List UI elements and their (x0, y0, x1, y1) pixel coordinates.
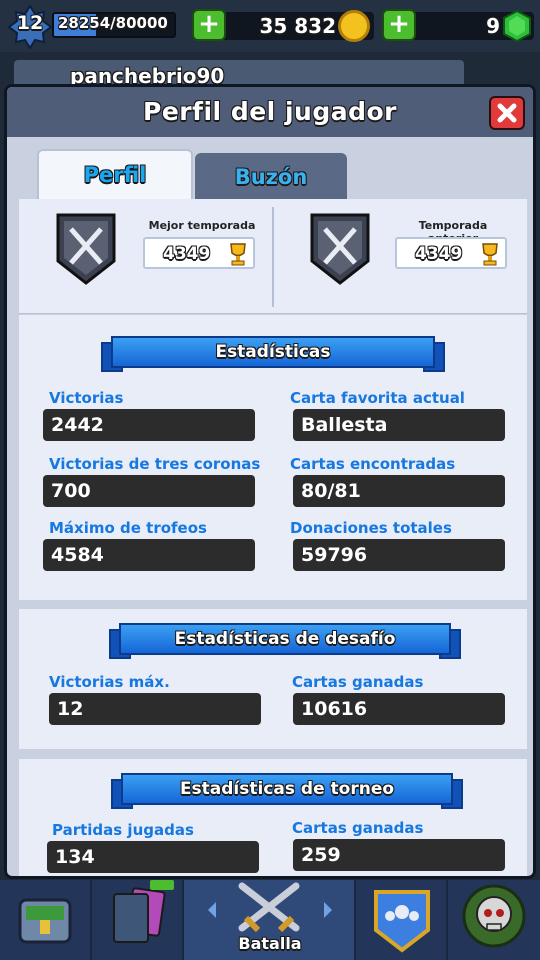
stat-value: 2442 (51, 414, 104, 436)
gold-coin-icon (338, 10, 370, 42)
tab-bar: Perfil Buzón (13, 137, 527, 199)
close-icon (497, 103, 517, 123)
previous-season-trophies: 4349 (395, 237, 507, 269)
season-divider (272, 207, 274, 307)
bottom-nav: Batalla (0, 880, 540, 960)
level-number: 12 (16, 12, 44, 34)
stat-value: 80/81 (301, 480, 361, 502)
league-shield-icon (310, 213, 370, 285)
stat-label: Donaciones totales (290, 519, 452, 537)
trophy-icon (230, 243, 246, 266)
buy-gems-button[interactable]: + (382, 9, 416, 41)
stat-label: Máximo de trofeos (49, 519, 207, 537)
tab-profile[interactable]: Perfil (37, 149, 193, 199)
best-season-label: Mejor temporada (148, 219, 256, 232)
previous-season-trophy-count: 4349 (415, 244, 463, 264)
battle-swords-icon (208, 882, 332, 933)
tournament-section: Estadísticas de torneo Partidas jugadas … (19, 759, 527, 876)
stat-value-box: 80/81 (293, 475, 505, 507)
stat-label: Victorias de tres coronas (49, 455, 261, 473)
stat-value: Ballesta (301, 414, 388, 436)
nav-tab-shop[interactable] (0, 880, 92, 960)
challenge-section: Estadísticas de desafío Victorias máx. 1… (19, 609, 527, 749)
challenge-title: Estadísticas de desafío (174, 629, 396, 649)
stat-value: 4584 (51, 544, 104, 566)
stat-label: Cartas ganadas (292, 819, 424, 837)
nav-battle-label: Batalla (238, 934, 302, 953)
stat-value-box: 10616 (293, 693, 505, 725)
tab-inbox[interactable]: Buzón (195, 153, 347, 199)
stat-value: 259 (301, 844, 341, 866)
player-profile-modal: Perfil del jugador Perfil Buzón Mejor te… (4, 84, 536, 879)
stat-value: 700 (51, 480, 91, 502)
buy-gold-button[interactable]: + (192, 9, 226, 41)
tournament-skull-icon (462, 884, 526, 948)
stat-label: Cartas encontradas (290, 455, 456, 473)
stat-value: 59796 (301, 544, 368, 566)
resource-bar: 12 28254/80000 + 35 832 + 9 (0, 0, 540, 52)
cards-icon (113, 880, 174, 943)
stat-value-box: 134 (47, 841, 259, 873)
challenge-ribbon: Estadísticas de desafío (109, 623, 461, 659)
stat-value-box: 2442 (43, 409, 255, 441)
best-season-trophies: 4349 (143, 237, 255, 269)
tournament-title: Estadísticas de torneo (179, 779, 395, 799)
modal-header: Perfil del jugador (7, 87, 533, 137)
stat-value-box: 700 (43, 475, 255, 507)
stat-label: Partidas jugadas (52, 821, 194, 839)
stats-section: Estadísticas Victorias 2442 Carta favori… (19, 315, 527, 600)
stat-value: 134 (55, 846, 95, 868)
close-button[interactable] (489, 96, 525, 130)
gems-amount: 9 (486, 14, 500, 38)
stat-value: 10616 (301, 698, 368, 720)
shop-chest-icon (18, 898, 72, 944)
gold-amount: 35 832 (259, 14, 336, 38)
nav-tab-tournaments[interactable] (448, 880, 540, 960)
stat-label: Carta favorita actual (290, 389, 465, 407)
gem-icon (503, 10, 531, 42)
stat-label: Cartas ganadas (292, 673, 424, 691)
stats-body: Estadísticas Victorias 2442 Carta favori… (19, 315, 527, 876)
clan-icon (374, 890, 430, 953)
stat-value: 12 (57, 698, 84, 720)
xp-text: 28254/80000 (58, 14, 168, 32)
stats-ribbon: Estadísticas (101, 336, 445, 372)
modal-title: Perfil del jugador (143, 97, 397, 126)
stats-title: Estadísticas (215, 342, 331, 362)
stat-label: Victorias (49, 389, 124, 407)
stat-value-box: Ballesta (293, 409, 505, 441)
best-season-trophy-count: 4349 (163, 244, 211, 264)
stat-value-box: 59796 (293, 539, 505, 571)
stat-value-box: 12 (49, 693, 261, 725)
season-panel: Mejor temporada 4349 Temporada anterior … (19, 199, 527, 314)
stat-value-box: 259 (293, 839, 505, 871)
nav-tab-cards[interactable] (92, 880, 184, 960)
nav-tab-clan[interactable] (356, 880, 448, 960)
tournament-ribbon: Estadísticas de torneo (111, 773, 463, 809)
league-shield-icon (56, 213, 116, 285)
stat-value-box: 4584 (43, 539, 255, 571)
stat-label: Victorias máx. (49, 673, 170, 691)
trophy-icon (482, 243, 498, 266)
